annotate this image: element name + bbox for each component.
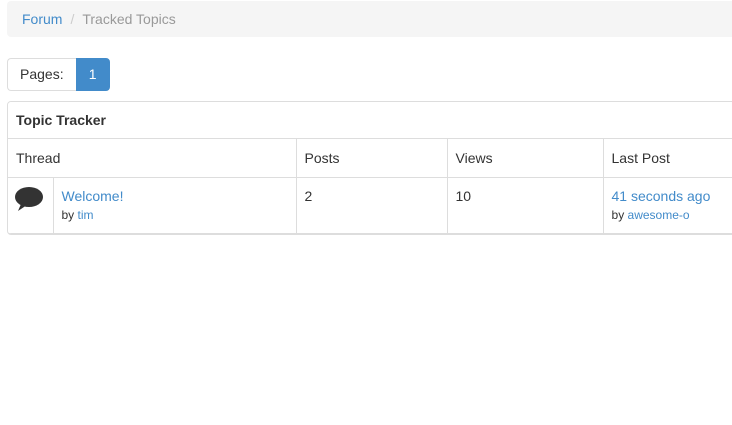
pagination-page-1[interactable]: 1: [75, 58, 110, 91]
last-post-author-line: by awesome-o: [612, 207, 732, 223]
thread-by-label: by: [61, 207, 75, 222]
last-post-time-link[interactable]: 41 seconds ago: [612, 186, 732, 206]
panel-title: Topic Tracker: [8, 102, 732, 139]
last-post-by-label: by: [611, 207, 625, 222]
thread-author-link[interactable]: tim: [78, 208, 94, 222]
pagination: Pages: 1: [7, 58, 110, 91]
pagination-label: Pages:: [7, 58, 76, 91]
last-post-cell: 41 seconds ago by awesome-o: [602, 176, 732, 234]
speech-bubble-icon: [14, 186, 44, 215]
topics-table: Thread Posts Views Last Post Welcome! by…: [8, 139, 732, 234]
breadcrumb-forum-link[interactable]: Forum: [22, 11, 62, 27]
thread-author-line: by tim: [62, 207, 288, 223]
thread-cell: Welcome! by tim: [52, 176, 297, 234]
views-count: 10: [455, 187, 472, 204]
header-last-post: Last Post: [602, 139, 732, 178]
topic-tracker-panel: Topic Tracker Thread Posts Views Last Po…: [7, 101, 732, 235]
views-cell: 10: [446, 176, 604, 234]
posts-count: 2: [304, 187, 313, 204]
thread-icon-cell: [8, 176, 54, 234]
table-header-row: Thread Posts Views Last Post: [8, 139, 732, 178]
table-row: Welcome! by tim 2 10 41 seconds ago by a…: [8, 176, 732, 234]
breadcrumb-separator: /: [70, 11, 75, 27]
header-thread: Thread: [8, 139, 297, 178]
header-views: Views: [446, 139, 604, 178]
breadcrumb-current: Tracked Topics: [82, 11, 176, 27]
posts-cell: 2: [295, 176, 448, 234]
last-post-author-link[interactable]: awesome-o: [628, 208, 690, 222]
header-posts: Posts: [295, 139, 448, 178]
thread-title-link[interactable]: Welcome!: [62, 186, 288, 206]
breadcrumb: Forum / Tracked Topics: [7, 1, 732, 37]
